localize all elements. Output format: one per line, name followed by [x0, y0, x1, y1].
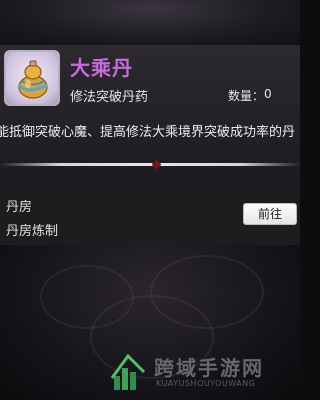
item-description: 能抵御突破心魔、提高修法大乘境界突破成功率的丹 [0, 125, 296, 140]
watermark-title: 跨域手游网 [154, 356, 264, 380]
divider [0, 163, 300, 166]
item-name: 大乘丹 [70, 56, 133, 80]
quantity-label: 数量： [228, 89, 265, 103]
gourd-icon [17, 60, 48, 99]
source-title: 丹房 [6, 200, 33, 215]
quantity-value: 0 [264, 87, 272, 101]
top-background [0, 0, 300, 45]
watermark-logo-icon [110, 353, 146, 390]
source-subtitle: 丹房炼制 [6, 224, 59, 239]
goto-button[interactable]: 前往 [243, 203, 297, 225]
item-type: 修法突破丹药 [70, 90, 149, 105]
watermark-subtitle: KUAYUSHOUYOUWANG [156, 379, 256, 388]
item-icon-frame [4, 50, 60, 106]
watermark: 跨域手游网 KUAYUSHOUYOUWANG [108, 352, 296, 392]
